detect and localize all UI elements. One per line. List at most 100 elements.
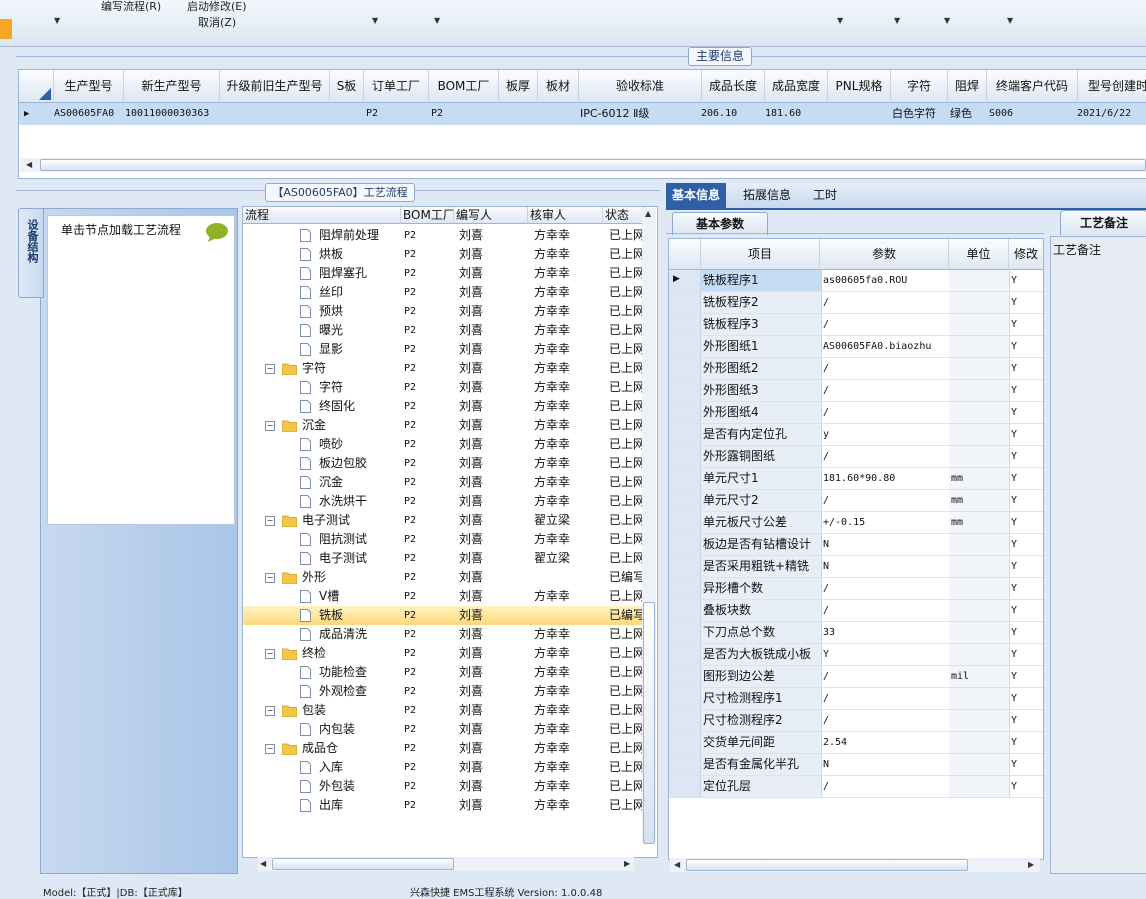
row-selector[interactable] (669, 358, 701, 379)
collapse-toggle-icon[interactable]: − (265, 744, 275, 754)
param-row[interactable]: 叠板块数 / Y (669, 600, 1043, 622)
cell-solder[interactable]: 绿色 (950, 103, 972, 125)
param-value[interactable]: / (821, 292, 950, 313)
tab-process-remark[interactable]: 工艺备注 (1060, 210, 1146, 235)
flow-tree-row[interactable]: 丝印 P2 刘喜 方幸幸 已上网 (243, 283, 645, 302)
cell-new-prod-no[interactable]: 10011000030363 (125, 103, 209, 125)
col-header[interactable]: 成品宽度 (765, 70, 828, 103)
row-selector[interactable] (669, 600, 701, 621)
param-value[interactable]: / (821, 578, 950, 599)
flow-tree-row[interactable]: 阻焊塞孔 P2 刘喜 方幸幸 已上网 (243, 264, 645, 283)
flow-col-header[interactable]: BOM工厂 (401, 207, 454, 224)
col-header[interactable]: 生产型号 (54, 70, 124, 103)
param-row[interactable]: 板边是否有钻槽设计 N Y (669, 534, 1043, 556)
row-selector[interactable] (669, 556, 701, 577)
flow-tree-row[interactable]: 内包装 P2 刘喜 方幸幸 已上网 (243, 720, 645, 739)
col-header[interactable]: 板厚 (499, 70, 538, 103)
row-selector[interactable] (669, 534, 701, 555)
flow-tree-row[interactable]: 铣板 P2 刘喜 已编写 (243, 606, 645, 625)
flow-tree-row[interactable]: 水洗烘干 P2 刘喜 方幸幸 已上网 (243, 492, 645, 511)
row-selector[interactable] (669, 336, 701, 357)
flow-col-header[interactable]: 流程 (243, 207, 401, 224)
dropdown-arrow-icon[interactable]: ▼ (894, 16, 900, 25)
param-row[interactable]: 是否有内定位孔 y Y (669, 424, 1043, 446)
row-selector[interactable] (669, 688, 701, 709)
param-value[interactable]: / (821, 776, 950, 797)
device-tree-area[interactable] (47, 215, 235, 525)
param-col-header[interactable]: 参数 (820, 239, 949, 270)
scroll-right-icon[interactable]: ▶ (624, 859, 630, 868)
cell-customer-code[interactable]: S006 (989, 103, 1013, 125)
cell-order-factory[interactable]: P2 (366, 103, 378, 125)
collapse-toggle-icon[interactable]: − (265, 706, 275, 716)
param-row[interactable]: 交货单元间距 2.54 Y (669, 732, 1043, 754)
flow-tree-row[interactable]: 曝光 P2 刘喜 方幸幸 已上网 (243, 321, 645, 340)
param-row[interactable]: 定位孔层 / Y (669, 776, 1043, 798)
col-header[interactable]: 字符 (891, 70, 948, 103)
flow-tree-row[interactable]: 阻抗测试 P2 刘喜 方幸幸 已上网 (243, 530, 645, 549)
row-selector[interactable] (669, 578, 701, 599)
menu-start-modify[interactable]: 启动修改(E) (187, 0, 247, 14)
param-row[interactable]: 外形图纸1 AS00605FA0.biaozhu Y (669, 336, 1043, 358)
param-value[interactable]: 2.54 (821, 732, 950, 753)
col-header[interactable]: S板 (330, 70, 364, 103)
cell-standard[interactable]: IPC-6012 Ⅱ级 (580, 103, 649, 125)
dropdown-arrow-icon[interactable]: ▼ (1007, 16, 1013, 25)
param-col-header[interactable]: 项目 (701, 239, 820, 270)
flow-tree-row[interactable]: − 电子测试 P2 刘喜 翟立梁 已上网 (243, 511, 645, 530)
tab-device-structure[interactable]: 设备结构 (18, 208, 44, 298)
row-selector[interactable] (669, 732, 701, 753)
tab-basic-info[interactable]: 基本信息 (666, 183, 727, 208)
param-row[interactable]: 尺寸检测程序2/ Y (669, 710, 1043, 732)
dropdown-arrow-icon[interactable]: ▼ (434, 16, 440, 25)
flow-tree-row[interactable]: 成品清洗 P2 刘喜 方幸幸 已上网 (243, 625, 645, 644)
flow-tree-row[interactable]: − 包装 P2 刘喜 方幸幸 已上网 (243, 701, 645, 720)
cell-length[interactable]: 206.10 (701, 103, 737, 125)
row-selector[interactable] (669, 644, 701, 665)
param-value[interactable]: 33 (821, 622, 950, 643)
row-selector[interactable] (669, 314, 701, 335)
scrollbar-thumb[interactable] (272, 858, 454, 870)
flow-tree-row[interactable]: − 外形 P2 刘喜 已编写 (243, 568, 645, 587)
param-row[interactable]: ▶ 铣板程序1 as00605fa0.ROU Y (669, 270, 1043, 292)
param-row[interactable]: 铣板程序2/ Y (669, 292, 1043, 314)
flow-tree-row[interactable]: 沉金 P2 刘喜 方幸幸 已上网 (243, 473, 645, 492)
menu-edit-flow[interactable]: 编写流程(R) (101, 0, 161, 14)
remark-panel[interactable] (1050, 236, 1146, 874)
col-header[interactable]: 订单工厂 (364, 70, 429, 103)
cell-width[interactable]: 181.60 (765, 103, 801, 125)
flow-tree-row[interactable]: 阻焊前处理 P2 刘喜 方幸幸 已上网 (243, 226, 645, 245)
row-selector[interactable] (669, 776, 701, 797)
param-col-header[interactable]: 修改 (1009, 239, 1043, 270)
row-selector[interactable] (669, 402, 701, 423)
flow-tree-row[interactable]: 板边包胶 P2 刘喜 方幸幸 已上网 (243, 454, 645, 473)
flow-tree-row[interactable]: − 字符 P2 刘喜 方幸幸 已上网 (243, 359, 645, 378)
param-row[interactable]: 图形到边公差 / mil Y (669, 666, 1043, 688)
scrollbar-thumb[interactable] (40, 159, 1146, 171)
flow-tree-row[interactable]: V槽 P2 刘喜 方幸幸 已上网 (243, 587, 645, 606)
col-header[interactable]: 成品长度 (702, 70, 765, 103)
param-value[interactable]: as00605fa0.ROU (821, 270, 950, 291)
tab-work-hours[interactable]: 工时 (807, 183, 843, 208)
param-row[interactable]: 单元板尺寸公差 +/-0.15 mm Y (669, 512, 1043, 534)
param-value[interactable]: N (821, 534, 950, 555)
row-selector[interactable] (669, 424, 701, 445)
param-value[interactable]: / (821, 490, 950, 511)
param-value[interactable]: N (821, 556, 950, 577)
vertical-scrollbar[interactable]: ▲ (642, 208, 656, 844)
col-header[interactable]: 板材 (538, 70, 579, 103)
param-value[interactable]: / (821, 600, 950, 621)
row-selector[interactable] (669, 292, 701, 313)
row-selector[interactable] (669, 490, 701, 511)
scroll-up-icon[interactable]: ▲ (645, 209, 651, 218)
param-row[interactable]: 单元尺寸1 181.60*90.80 mm Y (669, 468, 1043, 490)
param-row[interactable]: 是否为大板铣成小板 Y Y (669, 644, 1043, 666)
tab-extended-info[interactable]: 拓展信息 (737, 183, 797, 208)
param-value[interactable]: 181.60*90.80 (821, 468, 950, 489)
param-row[interactable]: 外形图纸2/ Y (669, 358, 1043, 380)
param-value[interactable]: / (821, 710, 950, 731)
row-selector[interactable]: ▶ (669, 270, 701, 291)
col-header[interactable]: 阻焊 (948, 70, 987, 103)
param-value[interactable]: Y (821, 644, 950, 665)
scroll-left-icon[interactable]: ◀ (260, 859, 266, 868)
